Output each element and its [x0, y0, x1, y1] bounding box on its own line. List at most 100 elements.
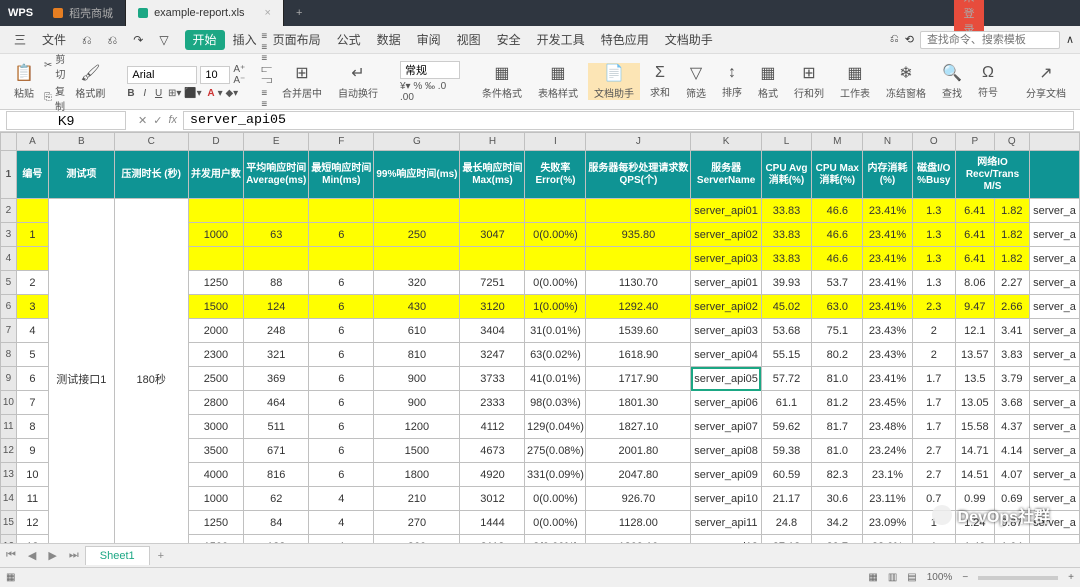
cell-q-7[interactable]: 3.41: [994, 319, 1029, 343]
cell-m-14[interactable]: 30.6: [812, 487, 863, 511]
menu-1[interactable]: 文件: [34, 30, 74, 50]
cell-j-8[interactable]: 1618.90: [586, 343, 691, 367]
collapse-ribbon-icon[interactable]: ∧: [1066, 33, 1074, 46]
cell-a-15[interactable]: 12: [16, 511, 48, 535]
menu-9[interactable]: 公式: [329, 30, 369, 50]
cell-o-15[interactable]: 1: [912, 511, 955, 535]
cell-nn-6[interactable]: 23.41%: [863, 295, 912, 319]
cell-i-14[interactable]: 0(0.00%): [525, 487, 586, 511]
cell-l-15[interactable]: 24.8: [761, 511, 811, 535]
cell-duration[interactable]: 180秒: [114, 199, 188, 559]
search-input[interactable]: [920, 31, 1060, 49]
cloud-icon[interactable]: ⎌: [890, 33, 899, 46]
cell-i-7[interactable]: 31(0.01%): [525, 319, 586, 343]
cell-nn-14[interactable]: 23.11%: [863, 487, 912, 511]
cell-f-15[interactable]: 4: [309, 511, 374, 535]
cell-o-2[interactable]: 1.3: [912, 199, 955, 223]
wrap-button[interactable]: ↵自动换行: [332, 63, 384, 100]
cell-g-2[interactable]: [374, 199, 460, 223]
cell-g-3[interactable]: 250: [374, 223, 460, 247]
col-hdr-F[interactable]: F: [309, 133, 374, 151]
cell-i-4[interactable]: [525, 247, 586, 271]
cell-d-12[interactable]: 3500: [188, 439, 243, 463]
formula-input[interactable]: [183, 111, 1074, 130]
fx-cancel-icon[interactable]: ✕: [138, 114, 147, 127]
cell-l-8[interactable]: 55.15: [761, 343, 811, 367]
row-hdr-12[interactable]: 12: [1, 439, 17, 463]
cell-l-7[interactable]: 53.68: [761, 319, 811, 343]
sheet-add-icon[interactable]: +: [150, 550, 172, 562]
cell-e-14[interactable]: 62: [244, 487, 309, 511]
cell-m-4[interactable]: 46.6: [812, 247, 863, 271]
cell-q-10[interactable]: 3.68: [994, 391, 1029, 415]
close-icon[interactable]: ×: [265, 7, 271, 19]
cell-a-5[interactable]: 2: [16, 271, 48, 295]
cell-nn-13[interactable]: 23.1%: [863, 463, 912, 487]
cell-j-14[interactable]: 926.70: [586, 487, 691, 511]
cell-i-9[interactable]: 41(0.01%): [525, 367, 586, 391]
merge-button[interactable]: ⊞合并居中: [276, 63, 328, 100]
cell-nn-7[interactable]: 23.43%: [863, 319, 912, 343]
cell-j-7[interactable]: 1539.60: [586, 319, 691, 343]
cell-q-14[interactable]: 0.69: [994, 487, 1029, 511]
hdr-cell-4[interactable]: 平均响应时间Average(ms): [244, 151, 309, 199]
cell-k-6[interactable]: server_api02: [691, 295, 761, 319]
cell-j-4[interactable]: [586, 247, 691, 271]
cell-d-3[interactable]: 1000: [188, 223, 243, 247]
row-hdr-11[interactable]: 11: [1, 415, 17, 439]
cell-m-12[interactable]: 81.0: [812, 439, 863, 463]
row-hdr-3[interactable]: 3: [1, 223, 17, 247]
menu-3[interactable]: ⎌: [100, 30, 126, 50]
cell-l-10[interactable]: 61.1: [761, 391, 811, 415]
cell-l-14[interactable]: 21.17: [761, 487, 811, 511]
menu-4[interactable]: ↷: [125, 30, 151, 50]
sheet-nav-next-icon[interactable]: ▶: [42, 549, 62, 562]
cell-j-2[interactable]: [586, 199, 691, 223]
cell-l-9[interactable]: 57.72: [761, 367, 811, 391]
col-hdr-corner[interactable]: [1, 133, 17, 151]
cell-m-5[interactable]: 53.7: [812, 271, 863, 295]
cell-h-8[interactable]: 3247: [460, 343, 525, 367]
cell-d-6[interactable]: 1500: [188, 295, 243, 319]
cell-h-4[interactable]: [460, 247, 525, 271]
cell-f-7[interactable]: 6: [309, 319, 374, 343]
cell-d-10[interactable]: 2800: [188, 391, 243, 415]
cell-k-12[interactable]: server_api08: [691, 439, 761, 463]
cell-o-7[interactable]: 2: [912, 319, 955, 343]
cell-f-12[interactable]: 6: [309, 439, 374, 463]
view-break-icon[interactable]: ▤: [907, 572, 916, 583]
hdr-cell-15[interactable]: 网络IORecv/TransM/S: [956, 151, 1030, 199]
cell-p-8[interactable]: 13.57: [956, 343, 995, 367]
col-hdr-M[interactable]: M: [812, 133, 863, 151]
cell-e-3[interactable]: 63: [244, 223, 309, 247]
cell-k-15[interactable]: server_api11: [691, 511, 761, 535]
col-hdr-Q[interactable]: Q: [994, 133, 1029, 151]
cell-p-12[interactable]: 14.71: [956, 439, 995, 463]
tab-file[interactable]: example-report.xls×: [126, 0, 284, 26]
worksheet-button[interactable]: ▦工作表: [834, 63, 876, 100]
zoom-out-icon[interactable]: −: [962, 572, 968, 583]
col-hdr-P[interactable]: P: [956, 133, 995, 151]
cell-nn-10[interactable]: 23.45%: [863, 391, 912, 415]
hdr-cell-13[interactable]: 内存消耗(%): [863, 151, 912, 199]
cell-e-11[interactable]: 511: [244, 415, 309, 439]
cell-g-5[interactable]: 320: [374, 271, 460, 295]
cell-nn-5[interactable]: 23.41%: [863, 271, 912, 295]
cell-d-2[interactable]: [188, 199, 243, 223]
row-hdr-8[interactable]: 8: [1, 343, 17, 367]
cell-m-3[interactable]: 46.6: [812, 223, 863, 247]
cell-nn-3[interactable]: 23.41%: [863, 223, 912, 247]
cell-p-9[interactable]: 13.5: [956, 367, 995, 391]
dochelp-button[interactable]: 📄文档助手: [588, 63, 640, 100]
hdr-cell-10[interactable]: 服务器ServerName: [691, 151, 761, 199]
cell-o-13[interactable]: 2.7: [912, 463, 955, 487]
cell-k-7[interactable]: server_api03: [691, 319, 761, 343]
number-buttons[interactable]: ¥▾ % ‰ .0 .00: [400, 81, 460, 103]
cell-i-10[interactable]: 98(0.03%): [525, 391, 586, 415]
cell-j-9[interactable]: 1717.90: [586, 367, 691, 391]
cell-h-11[interactable]: 4112: [460, 415, 525, 439]
cell-l-6[interactable]: 45.02: [761, 295, 811, 319]
hdr-cell-14[interactable]: 磁盘I/O%Busy: [912, 151, 955, 199]
cell-testitem[interactable]: 测试接口1: [48, 199, 114, 559]
cut-button[interactable]: ✂ 剪切: [44, 51, 65, 81]
